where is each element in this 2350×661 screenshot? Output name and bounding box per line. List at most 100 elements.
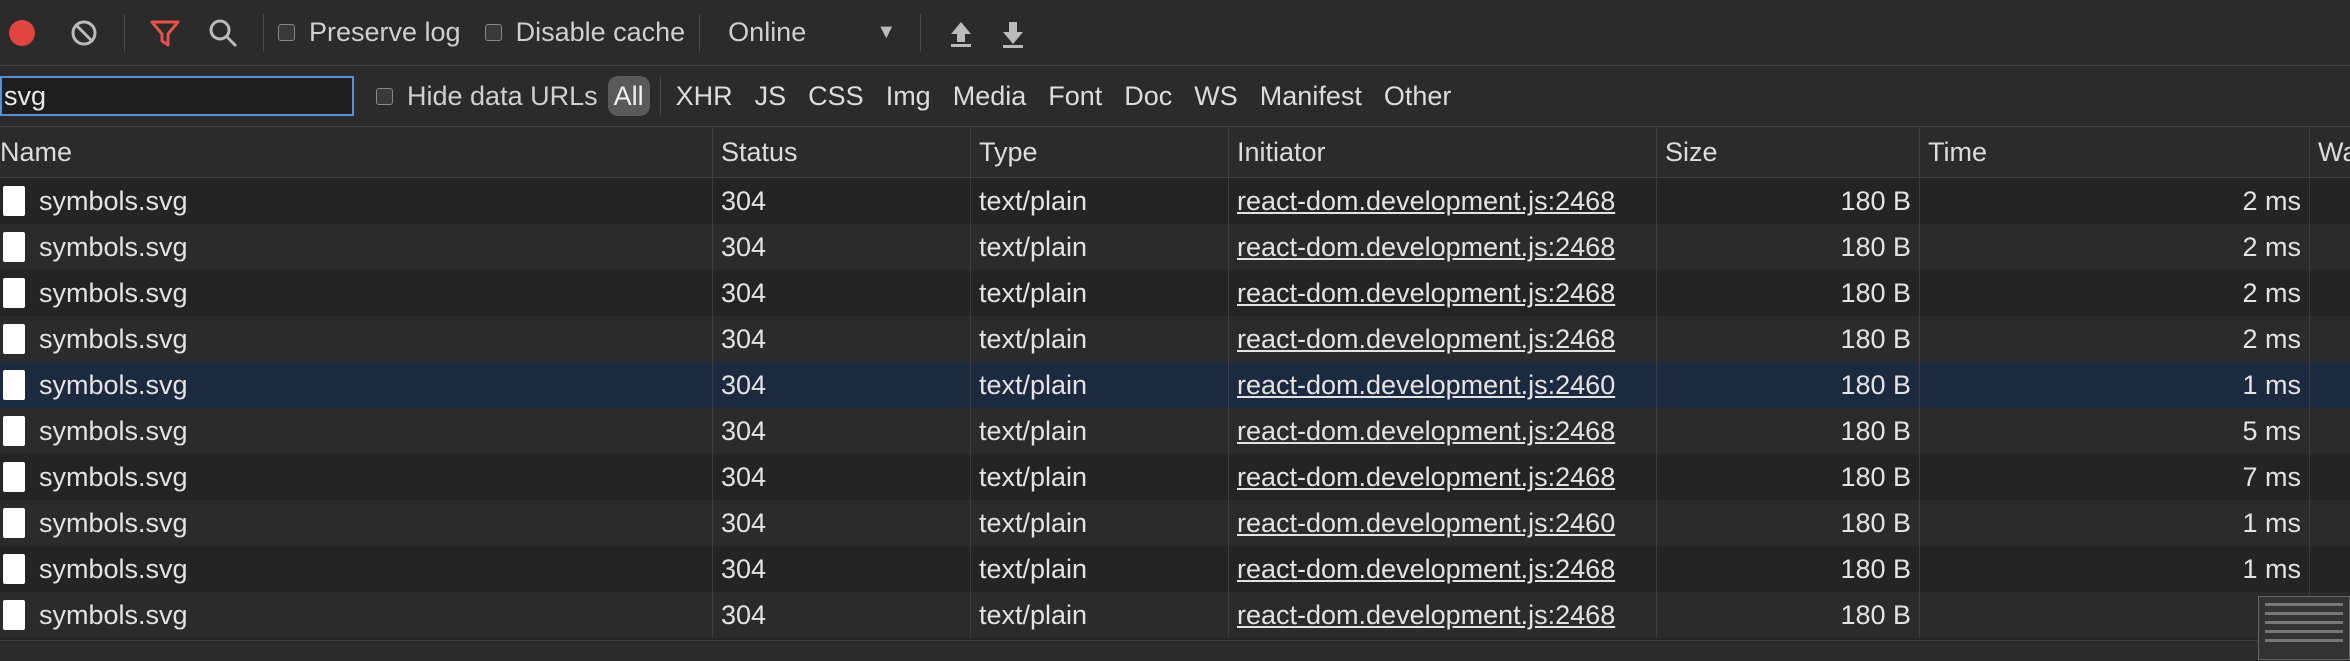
initiator-link[interactable]: react-dom.development.js:2468 (1237, 186, 1615, 217)
table-row[interactable]: symbols.svg 304 text/plain react-dom.develo… (0, 270, 2350, 316)
request-name-cell[interactable]: symbols.svg (0, 500, 713, 546)
filter-bar: Hide data URLs All XHR JS CSS Img Media … (0, 66, 2350, 127)
size-cell: 180 B (1657, 178, 1920, 224)
waterfall-overview[interactable] (2258, 596, 2350, 660)
import-har-button[interactable] (935, 7, 987, 59)
table-row[interactable]: symbols.svg 304 text/plain react-dom.develo… (0, 178, 2350, 224)
column-header-waterfall[interactable]: Wa (2310, 127, 2350, 177)
clear-button[interactable] (58, 7, 110, 59)
initiator-link[interactable]: react-dom.development.js:2460 (1237, 370, 1615, 401)
initiator-cell: react-dom.development.js:2468 (1229, 408, 1657, 454)
request-name: symbols.svg (39, 231, 188, 262)
table-header: Name Status Type Initiator Size Time Wa (0, 127, 2350, 178)
hide-data-urls-label: Hide data URLs (407, 80, 598, 111)
request-name-cell[interactable]: symbols.svg (0, 224, 713, 270)
initiator-link[interactable]: react-dom.development.js:2468 (1237, 462, 1615, 493)
waterfall-cell (2310, 270, 2350, 316)
initiator-link[interactable]: react-dom.development.js:2468 (1237, 278, 1615, 309)
request-name-cell[interactable]: symbols.svg (0, 316, 713, 362)
file-icon (3, 324, 25, 354)
type-cell: text/plain (971, 546, 1229, 592)
request-name-cell[interactable]: symbols.svg (0, 592, 713, 638)
column-header-size[interactable]: Size (1657, 127, 1920, 177)
type-filter-img[interactable]: Img (875, 76, 942, 116)
table-row[interactable]: symbols.svg 304 text/plain react-dom.develo… (0, 454, 2350, 500)
initiator-cell: react-dom.development.js:2468 (1229, 270, 1657, 316)
initiator-link[interactable]: react-dom.development.js:2460 (1237, 508, 1615, 539)
request-name-cell[interactable]: symbols.svg (0, 270, 713, 316)
time-cell: 2 ms (1920, 270, 2310, 316)
status-cell: 304 (713, 546, 971, 592)
toolbar-divider (920, 13, 922, 52)
type-cell: text/plain (971, 316, 1229, 362)
filter-toggle-button[interactable] (139, 7, 191, 59)
time-cell: 1 ms (1920, 362, 2310, 408)
type-cell: text/plain (971, 362, 1229, 408)
file-icon (3, 186, 25, 216)
filter-input[interactable] (0, 76, 354, 116)
checkbox-box[interactable] (484, 24, 502, 41)
request-name-cell[interactable]: symbols.svg (0, 546, 713, 592)
time-cell: 5 ms (1920, 408, 2310, 454)
type-filter-media[interactable]: Media (942, 76, 1038, 116)
request-name-cell[interactable]: symbols.svg (0, 408, 713, 454)
time-cell: 2 ms (1920, 178, 2310, 224)
type-filter-other[interactable]: Other (1373, 76, 1463, 116)
record-button[interactable] (0, 7, 48, 59)
status-cell: 304 (713, 500, 971, 546)
initiator-link[interactable]: react-dom.development.js:2468 (1237, 232, 1615, 263)
type-filter-xhr[interactable]: XHR (665, 76, 744, 116)
request-name-cell[interactable]: symbols.svg (0, 454, 713, 500)
type-filter-manifest[interactable]: Manifest (1249, 76, 1373, 116)
status-bar (0, 640, 2350, 661)
column-header-initiator[interactable]: Initiator (1229, 127, 1657, 177)
type-filter-js[interactable]: JS (744, 76, 798, 116)
type-filter-doc[interactable]: Doc (1113, 76, 1183, 116)
waterfall-cell (2310, 316, 2350, 362)
disable-cache-checkbox[interactable]: Disable cache (484, 17, 685, 48)
export-har-button[interactable] (987, 7, 1039, 59)
request-name-cell[interactable]: symbols.svg (0, 362, 713, 408)
file-icon (3, 370, 25, 400)
throttling-select[interactable]: Online ▼ (714, 17, 896, 48)
file-icon (3, 508, 25, 538)
network-toolbar: Preserve log Disable cache Online ▼ (0, 0, 2350, 66)
type-cell: text/plain (971, 592, 1229, 638)
checkbox-box[interactable] (376, 87, 393, 105)
time-cell: 2 ms (1920, 316, 2310, 362)
hide-data-urls-checkbox[interactable]: Hide data URLs (376, 81, 598, 112)
table-row[interactable]: symbols.svg 304 text/plain react-dom.develo… (0, 362, 2350, 408)
initiator-link[interactable]: react-dom.development.js:2468 (1237, 600, 1615, 631)
table-row[interactable]: symbols.svg 304 text/plain react-dom.develo… (0, 316, 2350, 362)
column-header-name[interactable]: Name (0, 127, 713, 177)
waterfall-cell (2310, 454, 2350, 500)
search-button[interactable] (197, 7, 249, 59)
preserve-log-checkbox[interactable]: Preserve log (278, 17, 461, 48)
column-header-status[interactable]: Status (713, 127, 971, 177)
table-row[interactable]: symbols.svg 304 text/plain react-dom.develo… (0, 546, 2350, 592)
table-row[interactable]: symbols.svg 304 text/plain react-dom.develo… (0, 500, 2350, 546)
initiator-link[interactable]: react-dom.development.js:2468 (1237, 416, 1615, 447)
file-icon (3, 416, 25, 446)
type-filter-ws[interactable]: WS (1183, 76, 1249, 116)
type-filter-font[interactable]: Font (1037, 76, 1113, 116)
initiator-link[interactable]: react-dom.development.js:2468 (1237, 554, 1615, 585)
type-filter-all[interactable]: All (607, 76, 650, 116)
status-cell: 304 (713, 408, 971, 454)
upload-icon (951, 21, 972, 47)
request-name-cell[interactable]: symbols.svg (0, 178, 713, 224)
waterfall-cell (2310, 546, 2350, 592)
filter-icon (150, 20, 180, 46)
column-header-type[interactable]: Type (971, 127, 1229, 177)
checkbox-box[interactable] (278, 24, 295, 41)
column-header-time[interactable]: Time (1920, 127, 2310, 177)
throttling-value: Online (728, 17, 807, 47)
table-row[interactable]: symbols.svg 304 text/plain react-dom.develo… (0, 408, 2350, 454)
type-filter-css[interactable]: CSS (797, 76, 875, 116)
status-cell: 304 (713, 224, 971, 270)
table-row[interactable]: symbols.svg 304 text/plain react-dom.develo… (0, 224, 2350, 270)
initiator-link[interactable]: react-dom.development.js:2468 (1237, 324, 1615, 355)
type-cell: text/plain (971, 454, 1229, 500)
table-row[interactable]: symbols.svg 304 text/plain react-dom.develo… (0, 592, 2350, 638)
file-icon (3, 462, 25, 492)
